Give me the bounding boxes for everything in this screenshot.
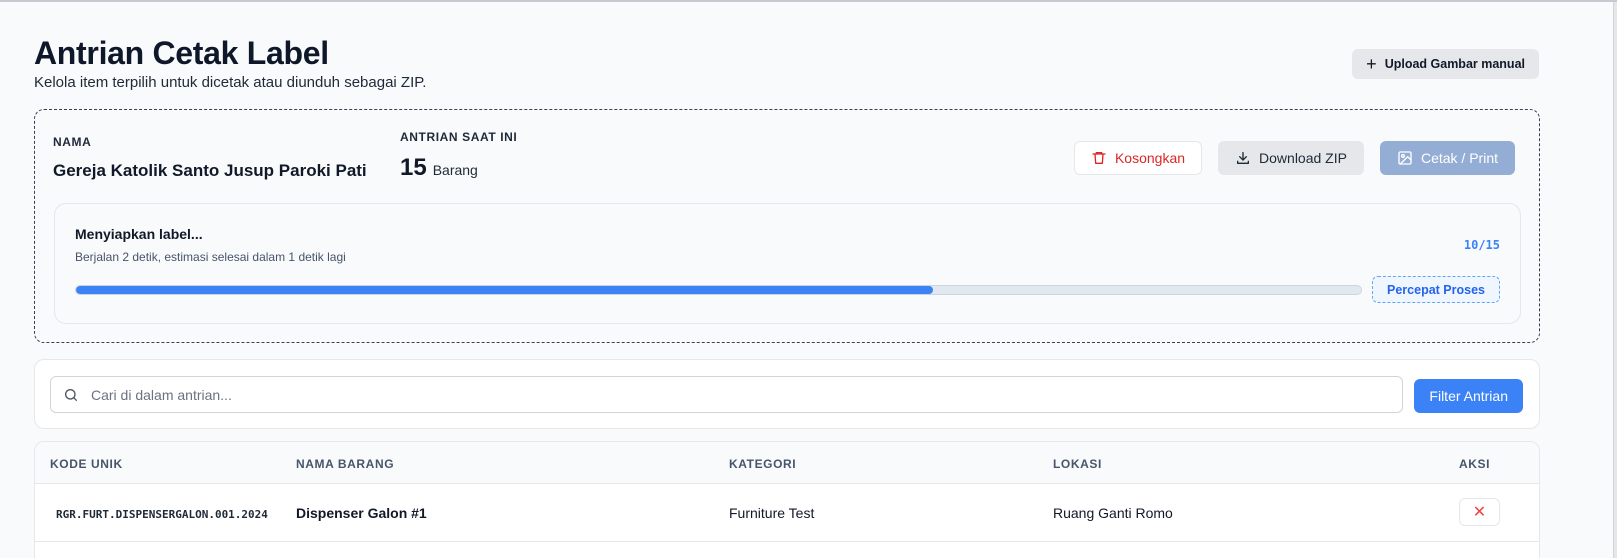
progress-bar	[75, 285, 1362, 295]
image-icon	[1398, 151, 1412, 165]
search-input[interactable]	[91, 386, 1391, 403]
item-category: Furniture Test	[729, 505, 815, 521]
item-name: Dispenser Galon #1	[296, 505, 427, 521]
current-queue-label: ANTRIAN SAAT INI	[400, 130, 518, 144]
remove-item-button[interactable]: ✕	[1459, 498, 1500, 526]
progress-bar-fill	[76, 286, 934, 294]
upload-manual-button[interactable]: + Upload Gambar manual	[1352, 49, 1539, 79]
current-queue-unit: Barang	[432, 162, 478, 178]
queue-actions: Kosongkan Download ZIP Cetak / Print	[1073, 141, 1515, 175]
filter-queue-button[interactable]: Filter Antrian	[1414, 379, 1523, 413]
page-header: Antrian Cetak Label Kelola item terpilih…	[34, 34, 1567, 94]
column-header-name: NAMA BARANG	[296, 457, 395, 471]
speed-up-button[interactable]: Percepat Proses	[1372, 276, 1500, 303]
download-icon	[1237, 152, 1250, 164]
table-row: RGR.FURT.DISPENSERGALON.001.2024 Dispens…	[35, 484, 1539, 542]
item-location: Ruang Ganti Romo	[1053, 505, 1173, 521]
clear-queue-button[interactable]: Kosongkan	[1073, 141, 1203, 175]
search-box[interactable]	[50, 376, 1403, 413]
item-code: RGR.FURT.DISPENSERGALON.001.2024	[56, 508, 268, 521]
current-queue-block: ANTRIAN SAAT INI 15 Barang	[400, 130, 517, 182]
name-value: Gereja Katolik Santo Jusup Paroki Pati	[53, 161, 367, 180]
name-label: NAMA	[53, 135, 92, 149]
download-zip-button[interactable]: Download ZIP	[1218, 141, 1364, 175]
progress-detail: Berjalan 2 detik, estimasi selesai dalam…	[75, 250, 346, 264]
trash-icon	[1092, 152, 1106, 164]
search-card: Filter Antrian	[34, 359, 1540, 429]
queue-table: KODE UNIK NAMA BARANG KATEGORI LOKASI AK…	[34, 441, 1540, 558]
column-header-category: KATEGORI	[729, 457, 797, 471]
plus-icon: +	[1366, 54, 1377, 74]
column-header-code: KODE UNIK	[50, 457, 123, 471]
search-icon	[65, 388, 77, 401]
column-header-location: LOKASI	[1053, 457, 1102, 471]
progress-panel: Menyiapkan label... Berjalan 2 detik, es…	[54, 203, 1521, 324]
page-scrollbar[interactable]	[1613, 2, 1617, 558]
page-subtitle: Kelola item terpilih untuk dicetak atau …	[34, 74, 427, 91]
column-header-action: AKSI	[1459, 457, 1491, 471]
clear-queue-label: Kosongkan	[1114, 150, 1186, 166]
progress-count: 10/15	[1463, 238, 1500, 252]
x-icon: ✕	[1472, 502, 1487, 521]
download-zip-label: Download ZIP	[1259, 150, 1347, 166]
table-header: KODE UNIK NAMA BARANG KATEGORI LOKASI AK…	[35, 442, 1539, 484]
queue-summary-card: NAMA Gereja Katolik Santo Jusup Paroki P…	[34, 109, 1540, 343]
upload-manual-label: Upload Gambar manual	[1384, 57, 1525, 71]
name-block: NAMA Gereja Katolik Santo Jusup Paroki P…	[53, 135, 367, 181]
progress-title: Menyiapkan label...	[75, 226, 203, 242]
current-queue-count: 15	[400, 154, 427, 181]
current-queue-count-row: 15 Barang	[400, 154, 517, 182]
print-button[interactable]: Cetak / Print	[1379, 141, 1515, 175]
print-label: Cetak / Print	[1420, 150, 1498, 166]
page-title: Antrian Cetak Label	[34, 35, 329, 71]
